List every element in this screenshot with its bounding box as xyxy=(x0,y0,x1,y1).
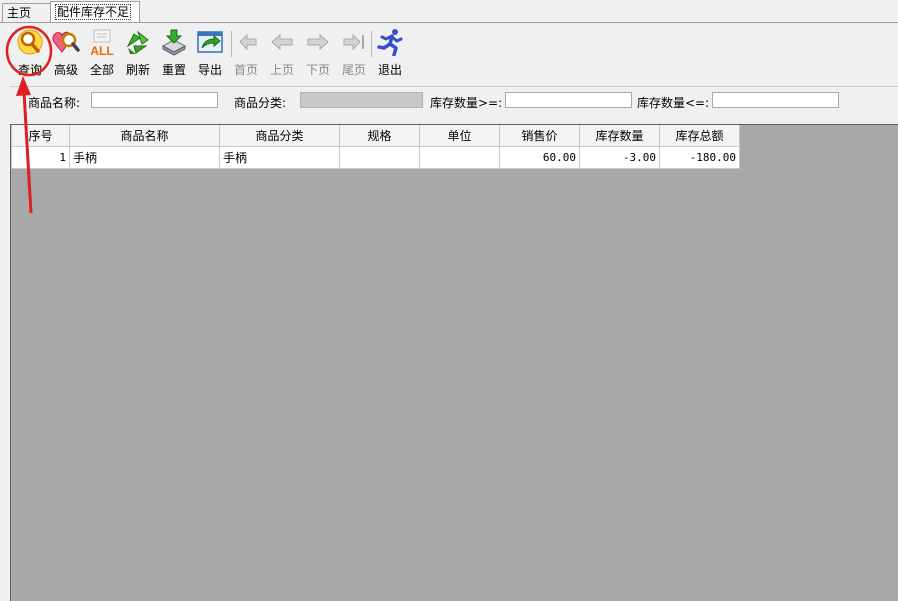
product-name-label: 商品名称: xyxy=(28,96,81,110)
category-label: 商品分类: xyxy=(234,96,287,110)
heart-magnifier-icon xyxy=(52,31,80,53)
table-row[interactable]: 1 手柄 手柄 60.00 -3.00 -180.00 xyxy=(11,146,740,169)
table-cell[interactable] xyxy=(339,146,420,169)
tab-home-label: 主页 xyxy=(7,6,32,20)
table-header-row: 序号 商品名称 商品分类 规格 单位 销售价 库存数量 库存总额 xyxy=(11,125,740,147)
filter-bar: 商品名称: 商品分类: 库存数量>=: 库存数量<=: xyxy=(10,86,898,117)
tab-strip: 主页 配件库存不足 xyxy=(0,0,898,23)
qty-le-input[interactable] xyxy=(712,92,839,108)
drive-icon xyxy=(161,29,187,56)
prev-page-icon xyxy=(271,33,293,51)
first-page-icon xyxy=(239,33,257,51)
export-button[interactable]: 导出 xyxy=(193,26,227,78)
column-header[interactable]: 库存总额 xyxy=(659,125,740,147)
column-header[interactable]: 商品名称 xyxy=(69,125,220,147)
magnifier-icon xyxy=(17,29,43,55)
advanced-button[interactable]: 高级 xyxy=(49,26,83,78)
qty-ge-input[interactable] xyxy=(505,92,632,108)
next-page-icon xyxy=(307,33,329,51)
table-cell[interactable] xyxy=(419,146,500,169)
first-page-button[interactable]: 首页 xyxy=(229,26,263,78)
table-cell[interactable]: 手柄 xyxy=(219,146,340,169)
running-man-icon xyxy=(377,29,403,56)
data-grid[interactable]: 序号 商品名称 商品分类 规格 单位 销售价 库存数量 库存总额 1 手柄 手柄… xyxy=(10,124,898,601)
table-cell[interactable]: -180.00 xyxy=(659,146,740,169)
recycle-icon xyxy=(126,30,149,54)
qty-ge-label: 库存数量>=: xyxy=(430,96,503,110)
reset-button[interactable]: 重置 xyxy=(157,26,191,78)
all-button[interactable]: ALL 全部 xyxy=(85,26,119,78)
last-page-icon xyxy=(343,33,364,51)
toolbar: 查询 高级 ALL 全部 刷新 重置 导出 首页 上页 下页 尾页 退出 xyxy=(0,23,898,79)
table-cell[interactable]: 60.00 xyxy=(499,146,580,169)
qty-le-label: 库存数量<=: xyxy=(637,96,710,110)
query-button[interactable]: 查询 xyxy=(13,26,47,78)
tab-parts-low-stock-label: 配件库存不足 xyxy=(55,4,132,20)
next-page-button[interactable]: 下页 xyxy=(301,26,335,78)
table-cell[interactable]: -3.00 xyxy=(579,146,660,169)
toolbar-separator xyxy=(371,31,372,57)
tab-home[interactable]: 主页 xyxy=(2,3,52,22)
prev-page-button[interactable]: 上页 xyxy=(265,26,299,78)
product-name-input[interactable] xyxy=(91,92,218,108)
column-header[interactable]: 商品分类 xyxy=(219,125,340,147)
column-header[interactable]: 库存数量 xyxy=(579,125,660,147)
data-table: 序号 商品名称 商品分类 规格 单位 销售价 库存数量 库存总额 1 手柄 手柄… xyxy=(11,125,740,169)
column-header[interactable]: 序号 xyxy=(11,125,70,147)
column-header[interactable]: 单位 xyxy=(419,125,500,147)
column-header[interactable]: 销售价 xyxy=(499,125,580,147)
table-cell[interactable]: 手柄 xyxy=(69,146,220,169)
export-arrow-icon xyxy=(197,31,223,53)
all-icon: ALL xyxy=(90,29,114,56)
column-header[interactable]: 规格 xyxy=(339,125,420,147)
tab-parts-low-stock[interactable]: 配件库存不足 xyxy=(50,1,140,22)
table-cell[interactable]: 1 xyxy=(11,146,70,169)
refresh-button[interactable]: 刷新 xyxy=(121,26,155,78)
last-page-button[interactable]: 尾页 xyxy=(337,26,371,78)
svg-text:ALL: ALL xyxy=(90,44,113,56)
exit-label: 退出 xyxy=(377,63,402,77)
exit-button[interactable]: 退出 xyxy=(373,26,407,78)
category-select[interactable] xyxy=(300,92,423,108)
